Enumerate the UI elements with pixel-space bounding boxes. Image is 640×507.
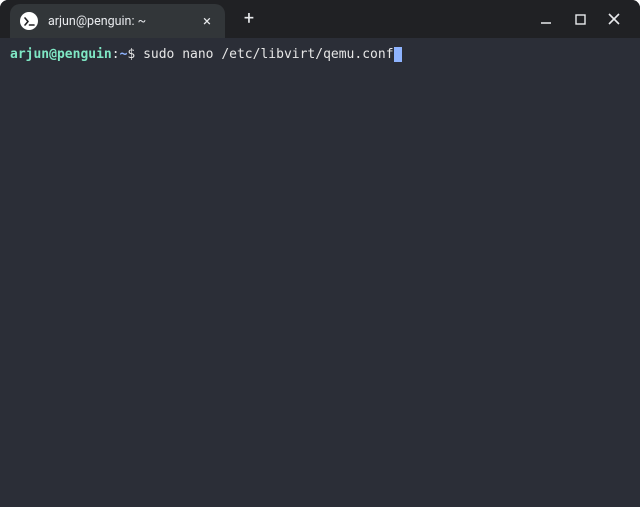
cursor	[394, 47, 402, 62]
prompt-line: arjun@penguin:~$ sudo nano /etc/libvirt/…	[10, 46, 630, 64]
maximize-button[interactable]	[570, 9, 590, 29]
tab-title: arjun@penguin: ~	[48, 14, 191, 29]
tab-active[interactable]: arjun@penguin: ~ ×	[10, 4, 225, 38]
close-button[interactable]	[604, 9, 624, 29]
window-controls	[536, 9, 634, 29]
terminal-icon	[20, 12, 38, 30]
prompt-userhost: arjun@penguin	[10, 47, 112, 62]
terminal-body[interactable]: arjun@penguin:~$ sudo nano /etc/libvirt/…	[0, 38, 640, 507]
titlebar: arjun@penguin: ~ × +	[0, 0, 640, 38]
new-tab-button[interactable]: +	[235, 5, 263, 33]
prompt-dollar: $	[127, 47, 143, 62]
terminal-window: arjun@penguin: ~ × + arjun@penguin:~$ su…	[0, 0, 640, 507]
close-icon[interactable]: ×	[199, 13, 215, 29]
command-text: sudo nano /etc/libvirt/qemu.conf	[143, 47, 393, 62]
minimize-button[interactable]	[536, 9, 556, 29]
prompt-colon: :	[112, 47, 120, 62]
